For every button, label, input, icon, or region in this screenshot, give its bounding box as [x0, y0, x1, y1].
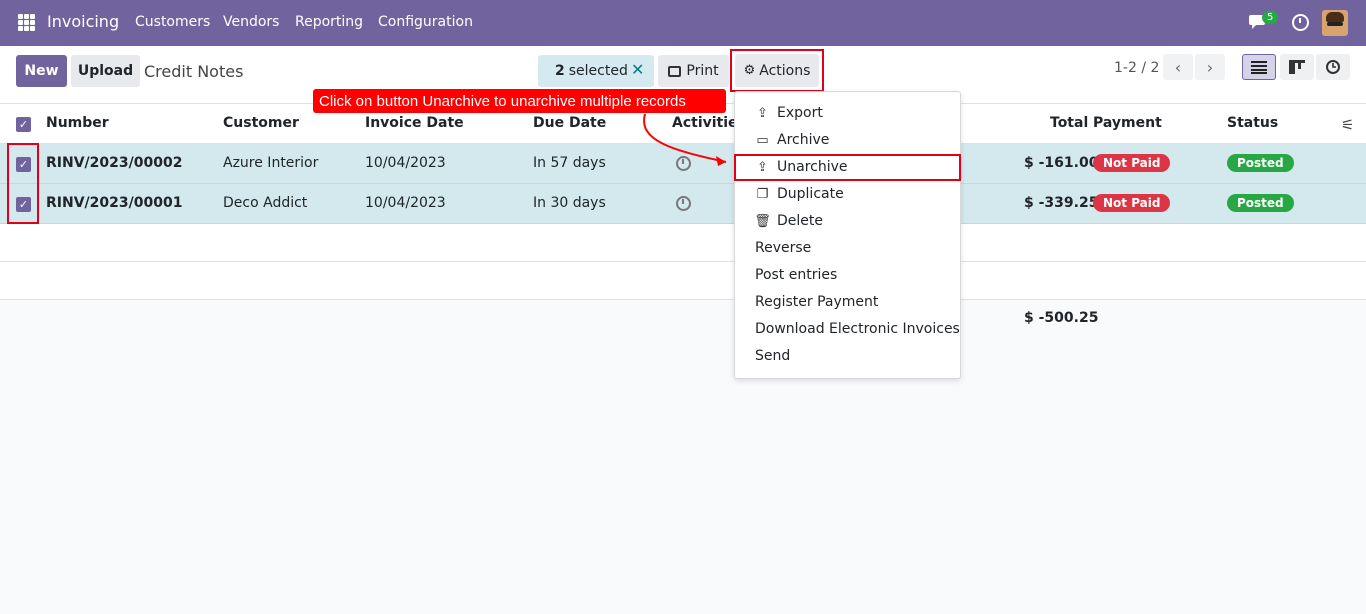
pager-previous-button[interactable]: ‹	[1163, 54, 1193, 80]
header-status[interactable]: Status	[1227, 115, 1278, 131]
optional-columns-icon[interactable]: ⚟	[1341, 116, 1354, 134]
status-badge: Posted	[1227, 194, 1294, 212]
status-badge: Posted	[1227, 154, 1294, 172]
clear-selection-icon[interactable]: ✕	[631, 60, 644, 79]
menu-item-label: Export	[777, 105, 823, 121]
menu-item-label: Delete	[777, 213, 823, 229]
cell-invoice-date: 10/04/2023	[365, 155, 446, 171]
annotation-highlight-checkboxes	[7, 143, 39, 224]
selection-indicator: 2 selected ✕	[538, 55, 654, 87]
cell-number: RINV/2023/00002	[46, 155, 183, 171]
user-avatar[interactable]	[1322, 10, 1348, 36]
empty-row	[0, 224, 1366, 262]
grand-total: $ -500.25	[1024, 310, 1099, 326]
header-number[interactable]: Number	[46, 115, 109, 131]
empty-row	[0, 262, 1366, 300]
annotation-arrow-icon	[643, 113, 727, 166]
app-title[interactable]: Invoicing	[47, 12, 119, 31]
menu-configuration[interactable]: Configuration	[378, 14, 473, 30]
inbox-icon: ▭	[756, 132, 769, 148]
selected-count: 2	[555, 63, 565, 79]
print-label: Print	[686, 63, 719, 79]
clock-view-icon	[1326, 60, 1340, 74]
print-button[interactable]: Print	[658, 55, 729, 87]
cell-customer: Azure Interior	[223, 155, 319, 171]
cell-customer: Deco Addict	[223, 195, 308, 211]
payment-badge: Not Paid	[1093, 154, 1171, 172]
annotation-highlight-actions	[730, 49, 824, 92]
cell-number: RINV/2023/00001	[46, 195, 183, 211]
copy-icon: ❐	[756, 186, 769, 202]
header-payment[interactable]: Payment	[1093, 115, 1162, 131]
menu-item-export[interactable]: ⇪ Export	[755, 105, 823, 121]
menu-item-label: Duplicate	[777, 186, 844, 202]
header-due-date[interactable]: Due Date	[533, 115, 606, 131]
menu-item-delete[interactable]: 🗑 Delete	[754, 213, 823, 229]
cell-total: $ -161.00	[1024, 155, 1099, 171]
chat-count-badge: 5	[1262, 11, 1279, 24]
menu-item-label: Archive	[777, 132, 830, 148]
menu-reporting[interactable]: Reporting	[295, 14, 363, 30]
list-view-icon	[1251, 60, 1267, 74]
cell-due-date: In 57 days	[533, 155, 606, 171]
menu-customers[interactable]: Customers	[135, 14, 210, 30]
activity-view-button[interactable]	[1316, 54, 1350, 80]
activity-clock-icon[interactable]	[676, 196, 691, 211]
cell-total: $ -339.25	[1024, 195, 1099, 211]
menu-item-duplicate[interactable]: ❐ Duplicate	[755, 186, 844, 202]
menu-item-reverse[interactable]: Reverse	[755, 240, 811, 256]
menu-item-archive[interactable]: ▭ Archive	[755, 132, 829, 148]
printer-icon	[668, 65, 682, 77]
activity-clock-icon[interactable]	[1292, 14, 1309, 31]
menu-item-post-entries[interactable]: Post entries	[755, 267, 837, 283]
list-view-button[interactable]	[1242, 54, 1276, 80]
pager-next-button[interactable]: ›	[1195, 54, 1225, 80]
menu-item-send[interactable]: Send	[755, 348, 790, 364]
breadcrumb: Credit Notes	[144, 62, 244, 81]
annotation-highlight-unarchive	[734, 154, 961, 181]
kanban-view-icon	[1289, 60, 1305, 74]
payment-badge: Not Paid	[1093, 194, 1171, 212]
menu-item-download-einvoices[interactable]: Download Electronic Invoices	[755, 321, 960, 337]
select-all-checkbox[interactable]: ✓	[16, 117, 31, 132]
header-total[interactable]: Total	[1050, 115, 1088, 131]
upload-icon: ⇪	[757, 105, 768, 121]
header-invoice-date[interactable]: Invoice Date	[365, 115, 464, 131]
trash-icon: 🗑	[754, 213, 771, 229]
pager-value[interactable]: 1-2 / 2	[1114, 60, 1159, 76]
upload-button[interactable]: Upload	[71, 55, 140, 87]
header-customer[interactable]: Customer	[223, 115, 299, 131]
kanban-view-button[interactable]	[1280, 54, 1314, 80]
actions-dropdown-menu: ⇪ Export ▭ Archive ⇪ Unarchive ❐ Duplica…	[734, 91, 961, 379]
menu-item-register-payment[interactable]: Register Payment	[755, 294, 878, 310]
new-button[interactable]: New	[16, 55, 67, 87]
cell-invoice-date: 10/04/2023	[365, 195, 446, 211]
table-row[interactable]: ✓ RINV/2023/00001 Deco Addict 10/04/2023…	[0, 184, 1366, 224]
apps-grid-icon[interactable]	[18, 14, 35, 31]
selected-label: selected	[568, 63, 628, 79]
cell-due-date: In 30 days	[533, 195, 606, 211]
top-navbar: Invoicing Customers Vendors Reporting Co…	[0, 0, 1366, 46]
menu-vendors[interactable]: Vendors	[223, 14, 279, 30]
